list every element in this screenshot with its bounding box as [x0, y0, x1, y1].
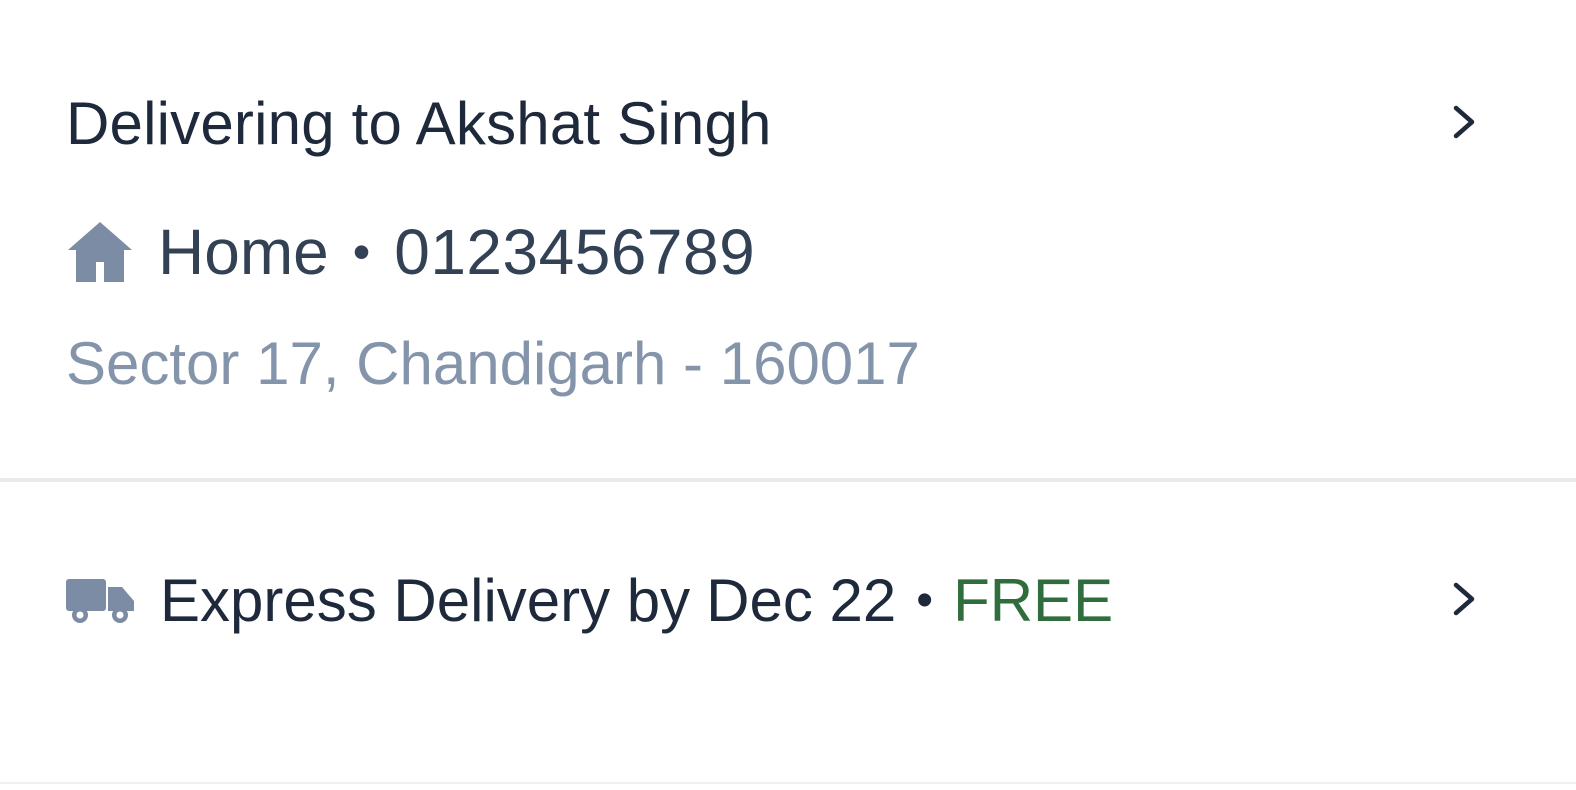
delivery-address-row[interactable]: Delivering to Akshat Singh Home • 012345…: [0, 0, 1576, 478]
delivery-option-row[interactable]: Express Delivery by Dec 22 • FREE: [0, 482, 1576, 732]
delivery-info: Express Delivery by Dec 22 • FREE: [66, 566, 1113, 634]
phone-number: 0123456789: [394, 216, 756, 288]
delivery-price: FREE: [953, 566, 1114, 634]
bottom-divider: [0, 782, 1576, 784]
address-contact-row: Home • 0123456789: [66, 214, 755, 290]
delivery-summary-card: Delivering to Akshat Singh Home • 012345…: [0, 0, 1576, 790]
delivering-to-title: Delivering to Akshat Singh: [66, 90, 772, 157]
address-line: Sector 17, Chandigarh - 160017: [66, 330, 920, 397]
chevron-right-icon[interactable]: [1444, 98, 1484, 146]
home-icon: [66, 220, 134, 284]
truck-icon: [66, 575, 136, 625]
delivery-text: Express Delivery by: [160, 566, 691, 634]
chevron-right-icon[interactable]: [1444, 575, 1484, 623]
separator-dot: •: [916, 573, 934, 627]
delivery-date: Dec 22: [706, 566, 897, 634]
address-type-label: Home: [158, 216, 329, 288]
separator-dot: •: [352, 224, 371, 280]
